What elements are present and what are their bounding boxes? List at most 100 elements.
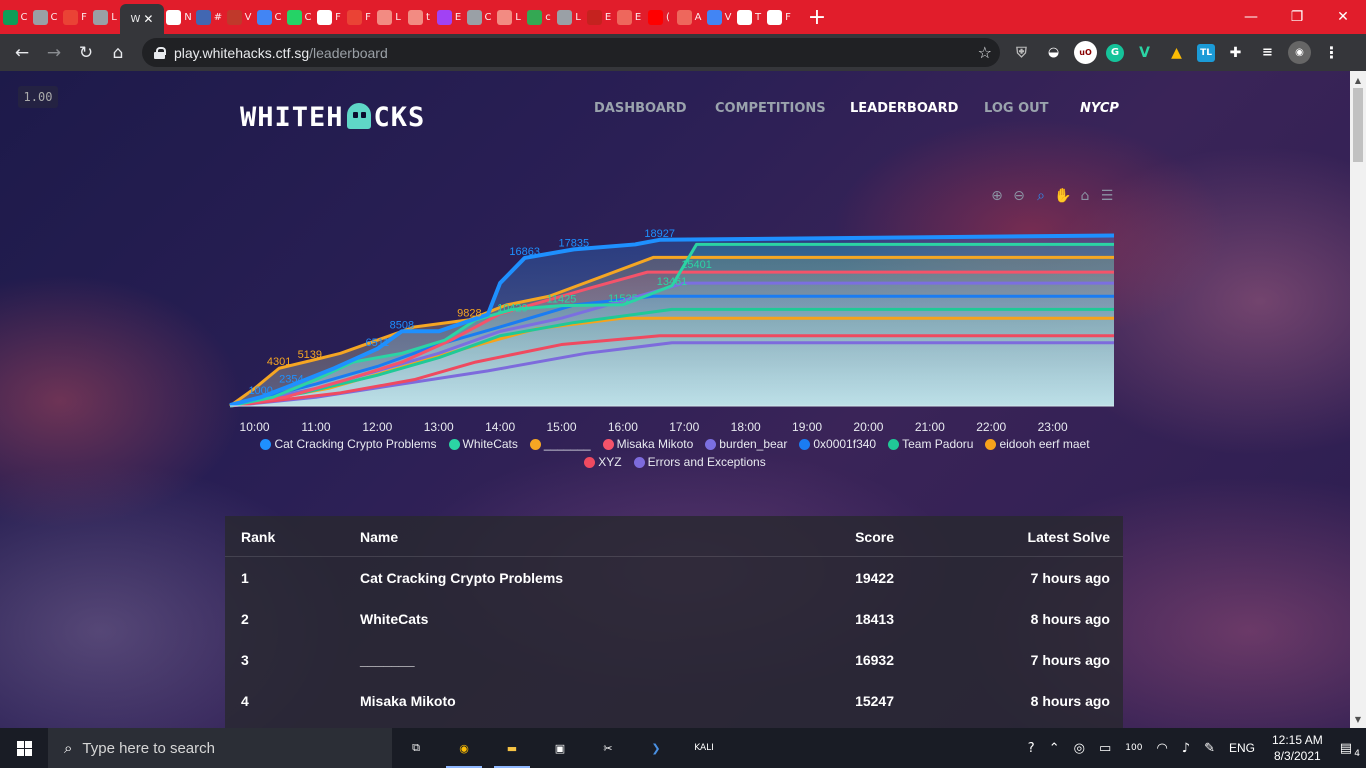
nav-dashboard[interactable]: DASHBOARD bbox=[594, 101, 687, 116]
help-icon[interactable]: ? bbox=[1021, 741, 1042, 756]
pan-hand-icon[interactable]: ✋ bbox=[1054, 187, 1072, 205]
nav-competitions[interactable]: COMPETITIONS bbox=[715, 101, 826, 116]
media-control-icon[interactable]: ≡ bbox=[1256, 41, 1279, 64]
nav-user[interactable]: NYCP bbox=[1080, 101, 1119, 116]
minimize-icon[interactable]: — bbox=[1228, 0, 1274, 34]
browser-tab[interactable]: F bbox=[60, 0, 90, 34]
page-scrollbar[interactable]: ▲ ▼ bbox=[1350, 71, 1366, 728]
ublock-extension-icon[interactable]: uO bbox=[1074, 41, 1097, 64]
incognito-extension-icon[interactable]: ◒ bbox=[1042, 41, 1065, 64]
close-tab-icon[interactable]: ✕ bbox=[143, 12, 153, 26]
browser-tab[interactable]: E bbox=[434, 0, 464, 34]
zoom-selection-icon[interactable]: ⌕ bbox=[1032, 187, 1050, 205]
reload-icon[interactable]: ↻ bbox=[70, 37, 102, 69]
browser-tab[interactable]: C bbox=[254, 0, 284, 34]
legend-item[interactable]: Misaka Mikoto bbox=[602, 437, 693, 451]
file-explorer-icon[interactable]: ▬ bbox=[488, 728, 536, 768]
legend-item[interactable]: Cat Cracking Crypto Problems bbox=[260, 437, 437, 451]
team-name-cell[interactable]: _______ bbox=[360, 639, 415, 680]
new-tab-button[interactable]: + bbox=[800, 5, 834, 30]
table-row[interactable]: 2 WhiteCats 18413 8 hours ago bbox=[225, 598, 1123, 639]
table-row[interactable]: 4 Misaka Mikoto 15247 8 hours ago bbox=[225, 680, 1123, 721]
home-icon[interactable]: ⌂ bbox=[102, 37, 134, 69]
reset-home-icon[interactable]: ⌂ bbox=[1076, 187, 1094, 205]
powershell-icon[interactable]: ❯ bbox=[632, 728, 680, 768]
browser-tab[interactable]: F bbox=[764, 0, 794, 34]
legend-item[interactable]: XYZ bbox=[584, 455, 622, 469]
taskbar-search[interactable]: ⌕ Type here to search bbox=[48, 728, 392, 768]
team-name-cell[interactable]: Misaka Mikoto bbox=[360, 680, 456, 721]
browser-tab[interactable]: V bbox=[224, 0, 254, 34]
grammarly-extension-icon[interactable]: G bbox=[1106, 43, 1124, 62]
task-view-icon[interactable]: ⧉ bbox=[392, 728, 440, 768]
nav-logout[interactable]: LOG OUT bbox=[984, 101, 1049, 116]
profile-avatar-icon[interactable]: ◉ bbox=[1288, 41, 1311, 64]
browser-tab[interactable]: L bbox=[90, 0, 120, 34]
nav-leaderboard[interactable]: LEADERBOARD bbox=[850, 101, 958, 116]
drive-extension-icon[interactable]: ▲ bbox=[1165, 41, 1188, 64]
browser-tab[interactable]: C bbox=[464, 0, 494, 34]
start-button[interactable] bbox=[0, 728, 48, 768]
legend-item[interactable]: Team Padoru bbox=[888, 437, 973, 451]
scroll-thumb[interactable] bbox=[1353, 88, 1363, 162]
scroll-up-icon[interactable]: ▲ bbox=[1350, 73, 1366, 87]
language-indicator[interactable]: ENG bbox=[1222, 741, 1262, 755]
pen-icon[interactable]: ✎ bbox=[1197, 741, 1222, 756]
browser-tab[interactable]: F bbox=[344, 0, 374, 34]
browser-tab[interactable]: E bbox=[614, 0, 644, 34]
browser-tab[interactable]: T bbox=[734, 0, 764, 34]
shield-extension-icon[interactable]: ⛨ bbox=[1010, 41, 1033, 64]
browser-tab[interactable]: C bbox=[30, 0, 60, 34]
legend-item[interactable]: WhiteCats bbox=[448, 437, 518, 451]
wifi-icon[interactable]: ◠ bbox=[1149, 741, 1174, 756]
restore-icon[interactable]: ❐ bbox=[1274, 0, 1320, 34]
browser-tab[interactable]: L bbox=[494, 0, 524, 34]
lock-icon[interactable] bbox=[154, 46, 166, 59]
kali-icon[interactable]: KALI bbox=[680, 728, 728, 768]
table-row[interactable]: 1 Cat Cracking Crypto Problems 19422 7 hour… bbox=[225, 557, 1123, 598]
zoom-in-icon[interactable]: ⊕ bbox=[988, 187, 1006, 205]
browser-tab[interactable]: t bbox=[404, 0, 434, 34]
whitehacks-logo[interactable]: WHITEH CKS bbox=[240, 100, 425, 134]
browser-tab[interactable]: # bbox=[194, 0, 224, 34]
browser-tab[interactable]: F bbox=[314, 0, 344, 34]
tray-chevron-icon[interactable]: ⌃ bbox=[1042, 741, 1067, 756]
tl-extension-icon[interactable]: TL bbox=[1197, 43, 1215, 62]
legend-item[interactable]: burden_bear bbox=[705, 437, 787, 451]
volume-icon[interactable]: ♪ bbox=[1175, 741, 1197, 756]
close-window-icon[interactable]: ✕ bbox=[1320, 0, 1366, 34]
notification-icon[interactable]: ▤ 4 bbox=[1333, 741, 1366, 759]
snipping-icon[interactable]: ✂ bbox=[584, 728, 632, 768]
legend-item[interactable]: _______ bbox=[529, 437, 591, 451]
team-name-cell[interactable]: WhiteCats bbox=[360, 598, 428, 639]
zoom-out-icon[interactable]: ⊖ bbox=[1010, 187, 1028, 205]
browser-tab[interactable]: L bbox=[374, 0, 404, 34]
scroll-down-icon[interactable]: ▼ bbox=[1350, 712, 1366, 726]
browser-tab[interactable]: A bbox=[674, 0, 704, 34]
browser-tab[interactable]: c bbox=[524, 0, 554, 34]
browser-tab[interactable]: C bbox=[284, 0, 314, 34]
chrome-icon[interactable]: ◉ bbox=[440, 728, 488, 768]
steam-icon[interactable]: ◎ bbox=[1067, 741, 1092, 756]
browser-tab[interactable]: W ✕ bbox=[120, 4, 164, 34]
back-icon[interactable]: ← bbox=[6, 37, 38, 69]
vue-extension-icon[interactable]: V bbox=[1133, 41, 1156, 64]
puzzle-extensions-icon[interactable]: ✚ bbox=[1224, 41, 1247, 64]
team-name-cell[interactable]: Cat Cracking Crypto Problems bbox=[360, 557, 563, 598]
legend-item[interactable]: Errors and Exceptions bbox=[633, 455, 766, 469]
browser-tab[interactable]: L bbox=[554, 0, 584, 34]
bookmark-star-icon[interactable]: ☆ bbox=[978, 43, 992, 62]
legend-item[interactable]: eidooh eerf maet bbox=[985, 437, 1090, 451]
legend-item[interactable]: 0x0001f340 bbox=[799, 437, 876, 451]
table-row[interactable]: 3 _______ 16932 7 hours ago bbox=[225, 639, 1123, 680]
browser-tab[interactable]: ( bbox=[644, 0, 674, 34]
taskbar-clock[interactable]: 12:15 AM 8/3/2021 bbox=[1262, 732, 1333, 764]
battery-icon[interactable]: ▭ bbox=[1092, 741, 1118, 756]
browser-tab[interactable]: N bbox=[164, 0, 194, 34]
browser-tab[interactable]: C bbox=[0, 0, 30, 34]
address-bar[interactable]: play.whitehacks.ctf.sg/leaderboard ☆ bbox=[142, 38, 1000, 67]
menu-dots-icon[interactable]: ⋮ bbox=[1320, 41, 1343, 64]
forward-icon[interactable]: → bbox=[38, 37, 70, 69]
browser-tab[interactable]: V bbox=[704, 0, 734, 34]
browser-tab[interactable]: E bbox=[584, 0, 614, 34]
